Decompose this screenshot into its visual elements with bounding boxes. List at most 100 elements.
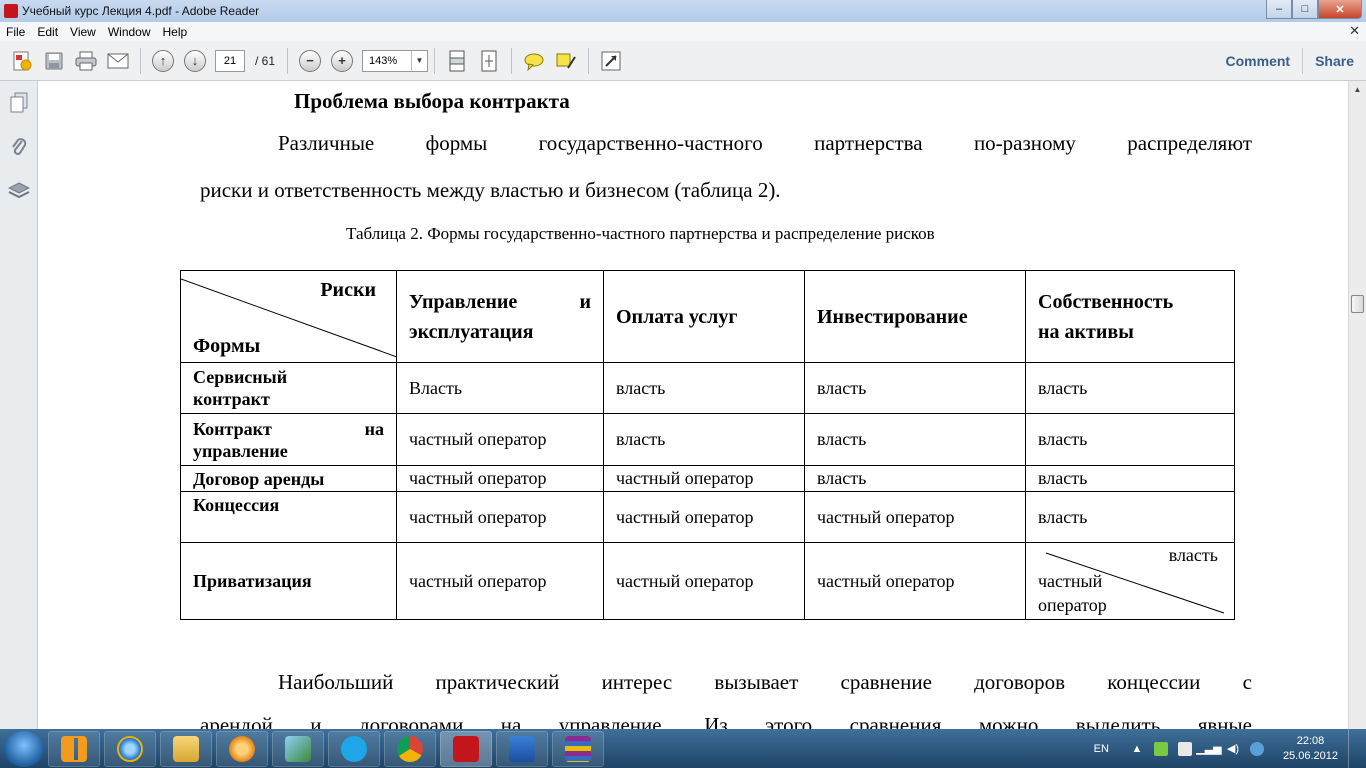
table-cell: Власть [396, 362, 604, 414]
taskbar-photo-viewer[interactable] [272, 730, 324, 767]
word: договоров [974, 670, 1066, 694]
section-heading: Проблема выбора контракта [294, 89, 570, 113]
document-close-button[interactable]: ✕ [1349, 23, 1360, 39]
usb-device-icon[interactable] [1177, 741, 1192, 756]
speech-bubble-icon [524, 53, 544, 71]
close-button[interactable]: ✕ [1318, 0, 1362, 19]
page-thumbnails-button[interactable] [0, 81, 38, 125]
language-indicator[interactable]: EN [1094, 743, 1109, 755]
table-cell: власть [1025, 465, 1235, 492]
minimize-button[interactable]: – [1266, 0, 1292, 19]
create-pdf-button[interactable] [8, 47, 36, 75]
word: договорами [358, 713, 464, 729]
taskbar-word[interactable] [496, 730, 548, 767]
column-header: Инвестирование [804, 270, 1026, 363]
highlight-text-button[interactable] [552, 47, 580, 75]
word: интерес [601, 670, 673, 694]
toolbar-separator [140, 47, 141, 74]
share-pane-button[interactable]: Share [1303, 53, 1366, 69]
signal-strength-icon[interactable]: ▁▃▅ [1196, 742, 1221, 756]
table-row: Контракт на управление частный оператор в… [180, 413, 1235, 466]
email-button[interactable] [104, 47, 132, 75]
word: можно [978, 713, 1039, 729]
word: государственно-частного [538, 131, 763, 155]
arrow-up-icon: ↑ [152, 49, 174, 72]
table-cell: власть [1025, 491, 1235, 543]
form-cell: Контракт на управление [180, 413, 397, 466]
expand-button[interactable] [597, 47, 625, 75]
toolbar: ↑ ↓ 21 / 61 − + 143% ▼ Comment Share [0, 41, 1366, 81]
internet-explorer-icon [117, 735, 143, 762]
comment-pane-button[interactable]: Comment [1214, 53, 1303, 69]
add-comment-button[interactable] [520, 47, 548, 75]
header-text: Инвестирование [817, 305, 968, 328]
paragraph-line: Различные формы государственно-частного … [278, 131, 1252, 156]
next-page-button[interactable]: ↓ [181, 47, 209, 75]
form-text: на [364, 418, 384, 439]
taskbar-explorer[interactable] [160, 730, 212, 767]
save-button[interactable] [40, 47, 68, 75]
menu-view[interactable]: View [64, 25, 102, 39]
zoom-in-button[interactable]: + [328, 47, 356, 75]
fit-page-button[interactable] [475, 47, 503, 75]
maximize-button[interactable]: □ [1292, 0, 1318, 19]
word: практический [435, 670, 560, 694]
table-cell: частный оператор [396, 465, 604, 492]
folder-icon [173, 735, 199, 762]
vertical-scrollbar[interactable]: ▲ [1348, 81, 1366, 729]
clock[interactable]: 22:08 25.06.2012 [1283, 734, 1338, 764]
menu-window[interactable]: Window [102, 25, 157, 39]
risk-distribution-table: Риски Формы Управление и эксплуатация Опл… [180, 270, 1235, 620]
taskbar-adobe-reader[interactable] [440, 730, 492, 767]
taskbar-internet-explorer[interactable] [104, 730, 156, 767]
taskbar-winrar[interactable] [552, 730, 604, 767]
clock-date: 25.06.2012 [1282, 749, 1338, 762]
table-row: Приватизация частный оператор частный оп… [180, 542, 1235, 620]
table-cell: частный оператор [603, 491, 805, 543]
expand-icon [601, 51, 621, 70]
word: формы [425, 131, 488, 155]
taskbar-media-player[interactable] [216, 730, 268, 767]
word: по-разному [973, 131, 1076, 155]
network-icon[interactable] [1249, 741, 1264, 756]
print-button[interactable] [72, 47, 100, 75]
zoom-out-button[interactable]: − [296, 47, 324, 75]
toolbar-separator [287, 47, 289, 74]
system-tray: EN ▲ ▁▃▅ ◀) 22:08 25.06.2012 [1094, 729, 1358, 768]
taskbar-app-launcher[interactable] [48, 730, 100, 767]
scrollbar-thumb[interactable] [1351, 295, 1364, 313]
header-text: Оплата услуг [616, 305, 738, 328]
show-hidden-icons-icon[interactable]: ▲ [1130, 742, 1144, 756]
menu-edit[interactable]: Edit [31, 25, 64, 39]
taskbar-chrome[interactable] [384, 730, 436, 767]
word: Различные [278, 131, 375, 155]
layers-button[interactable] [0, 169, 38, 213]
table-cell: частный оператор [603, 542, 805, 620]
arrow-down-icon: ↓ [184, 49, 206, 72]
zoom-select[interactable]: 143% ▼ [362, 49, 429, 72]
form-cell: Договор аренды [180, 465, 397, 492]
word: сравнения [849, 713, 942, 729]
attachments-button[interactable] [0, 125, 38, 169]
media-player-icon [229, 735, 255, 762]
volume-icon[interactable]: ◀) [1226, 742, 1240, 756]
previous-page-button[interactable]: ↑ [149, 47, 177, 75]
menu-file[interactable]: File [0, 25, 31, 39]
minus-icon: − [299, 49, 322, 72]
fit-page-icon [481, 50, 497, 71]
table-row: Договор аренды частный оператор частный … [180, 465, 1235, 492]
menu-help[interactable]: Help [157, 25, 194, 39]
table-cell: власть [603, 413, 805, 466]
taskbar-skype[interactable] [328, 730, 380, 767]
show-desktop-button[interactable] [1348, 729, 1358, 768]
scroll-up-arrow-icon[interactable]: ▲ [1349, 81, 1366, 98]
scrolling-mode-button[interactable] [443, 47, 471, 75]
tray-app-icon[interactable] [1153, 741, 1168, 756]
form-cell: Приватизация [180, 542, 397, 620]
page-number-input[interactable]: 21 [215, 49, 245, 72]
title-bar: Учебный курс Лекция 4.pdf - Adobe Reader… [0, 0, 1366, 22]
document-viewer[interactable]: Проблема выбора контракта Различные форм… [38, 81, 1348, 729]
header-text: Собственность [1038, 290, 1174, 313]
start-button[interactable] [4, 730, 44, 767]
header-word: эксплуатация [409, 320, 534, 343]
